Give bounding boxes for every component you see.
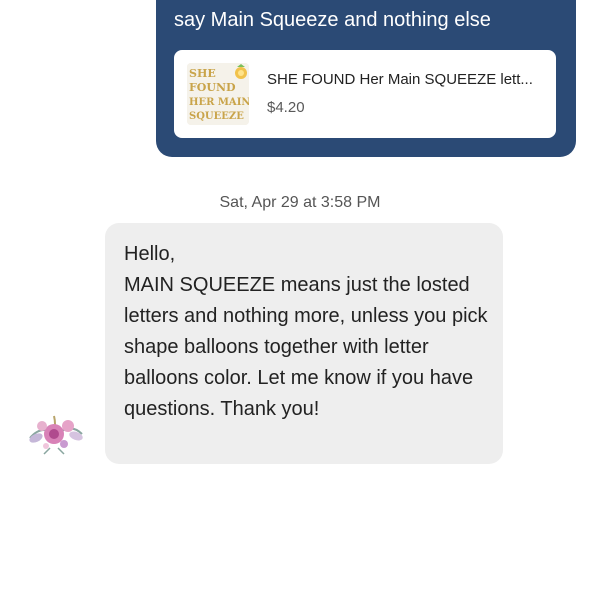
thumbnail-line-1: SHE: [189, 67, 216, 80]
received-message-bubble: Hello, MAIN SQUEEZE means just the loste…: [105, 223, 503, 464]
product-thumbnail-image: SHE FOUND HER MAIN SQUEEZE: [187, 63, 249, 125]
thumbnail-line-3: HER MAIN: [189, 97, 249, 108]
thumbnail-line-4: SQUEEZE: [189, 111, 244, 122]
product-price: $4.20: [267, 99, 305, 116]
floral-avatar-icon[interactable]: [24, 408, 88, 456]
received-message-text: Hello, MAIN SQUEEZE means just the loste…: [124, 243, 488, 420]
sent-message-bubble: say Main Squeeze and nothing else SHE FO…: [156, 0, 576, 157]
message-timestamp: Sat, Apr 29 at 3:58 PM: [219, 194, 381, 211]
thumbnail-line-2: FOUND: [189, 81, 236, 94]
product-title[interactable]: SHE FOUND Her Main SQUEEZE lett...: [267, 71, 547, 88]
sent-message-text: say Main Squeeze and nothing else: [174, 9, 491, 31]
product-thumbnail: SHE FOUND HER MAIN SQUEEZE: [187, 63, 249, 125]
product-attachment-card[interactable]: SHE FOUND HER MAIN SQUEEZE SHE FOUND Her…: [174, 50, 556, 138]
